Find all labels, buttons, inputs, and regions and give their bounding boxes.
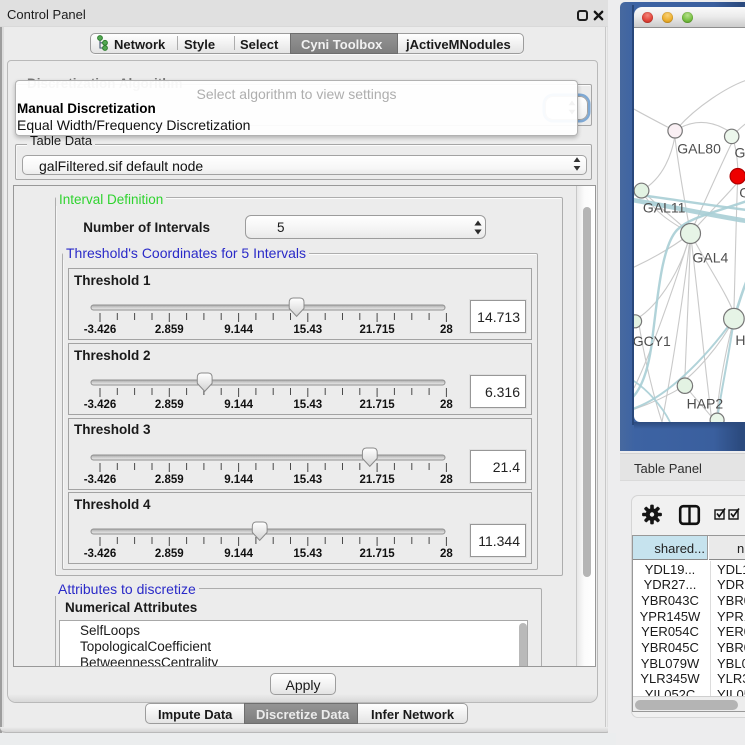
- svg-text:15.43: 15.43: [293, 324, 322, 336]
- svg-text:GCY1: GCY1: [634, 333, 671, 349]
- svg-text:GAL80: GAL80: [677, 140, 721, 156]
- svg-text:9.144: 9.144: [224, 399, 253, 411]
- svg-text:-3.426: -3.426: [84, 474, 117, 486]
- svg-text:2.859: 2.859: [155, 324, 184, 336]
- svg-text:15.43: 15.43: [293, 548, 322, 560]
- svg-text:2.859: 2.859: [155, 399, 184, 411]
- svg-text:21.715: 21.715: [360, 548, 396, 560]
- svg-text:21.715: 21.715: [360, 324, 396, 336]
- svg-text:-3.426: -3.426: [84, 399, 117, 411]
- svg-text:15.43: 15.43: [293, 399, 322, 411]
- svg-text:-3.426: -3.426: [84, 548, 117, 560]
- svg-text:2.859: 2.859: [155, 548, 184, 560]
- svg-text:28: 28: [440, 474, 453, 486]
- svg-text:HAP2: HAP2: [686, 395, 723, 411]
- svg-text:-3.426: -3.426: [84, 324, 117, 336]
- svg-text:GAL11: GAL11: [642, 199, 685, 215]
- svg-text:2.859: 2.859: [155, 474, 184, 486]
- svg-text:GAL4: GAL4: [692, 249, 728, 265]
- svg-text:9.144: 9.144: [224, 548, 253, 560]
- svg-text:9.144: 9.144: [224, 474, 253, 486]
- svg-text:G: G: [739, 184, 745, 200]
- svg-text:21.715: 21.715: [360, 399, 396, 411]
- svg-text:21.715: 21.715: [360, 474, 396, 486]
- svg-text:28: 28: [440, 548, 453, 560]
- svg-text:GA: GA: [734, 144, 745, 160]
- svg-text:28: 28: [440, 399, 453, 411]
- svg-text:H: H: [735, 331, 745, 347]
- svg-text:9.144: 9.144: [224, 324, 253, 336]
- svg-text:28: 28: [440, 324, 453, 336]
- svg-text:15.43: 15.43: [293, 474, 322, 486]
